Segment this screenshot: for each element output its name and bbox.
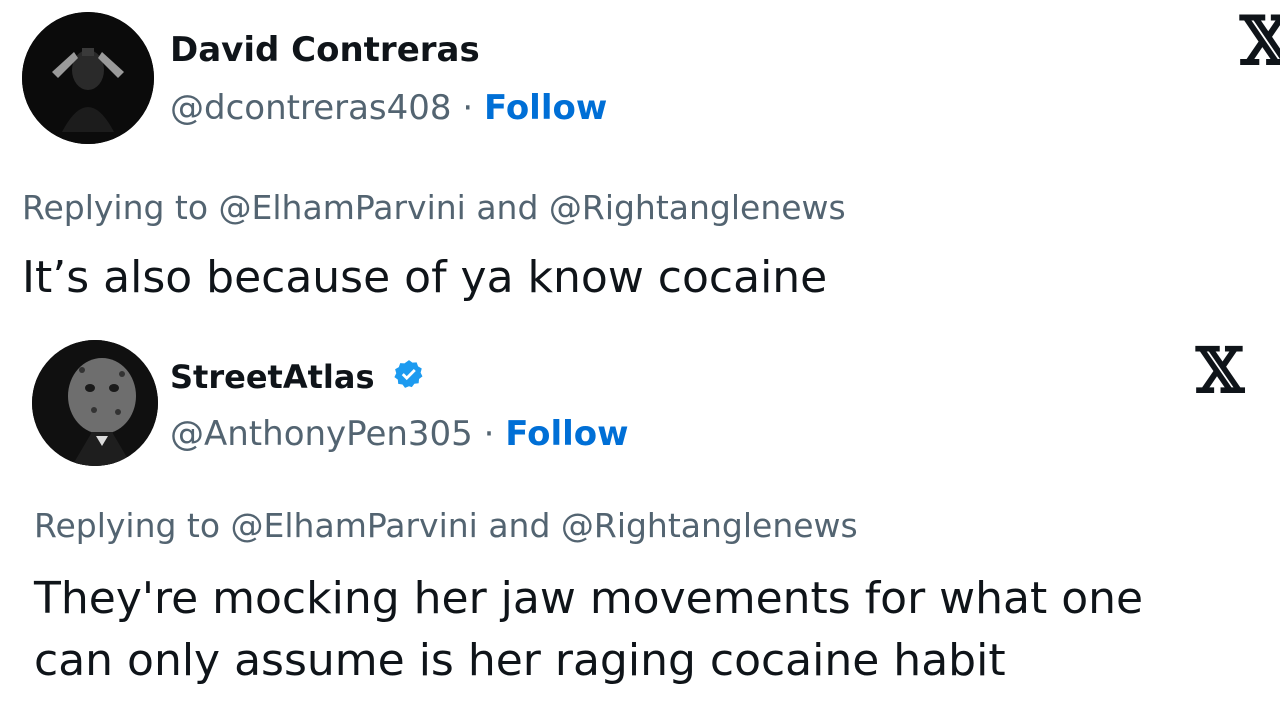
x-logo-icon[interactable]: 𝕏 [1240, 8, 1280, 74]
handle-line: @dcontreras408 · Follow [170, 88, 607, 128]
x-logo-icon[interactable]: 𝕏 [1196, 340, 1244, 402]
follow-button[interactable]: Follow [484, 88, 607, 128]
avatar-image [32, 340, 158, 466]
separator-dot: · [462, 88, 474, 128]
user-handle[interactable]: @AnthonyPen305 [170, 414, 473, 454]
user-handle[interactable]: @dcontreras408 [170, 88, 452, 128]
display-name[interactable]: David Contreras [170, 30, 480, 70]
avatar-image [22, 12, 154, 144]
avatar[interactable] [32, 340, 158, 466]
tweet-text-line-1: They're mocking her jaw movements for wh… [34, 573, 1144, 624]
replying-to: Replying to @ElhamParvini and @Rightangl… [22, 188, 846, 227]
follow-button[interactable]: Follow [505, 414, 628, 454]
tweet-text-line-2: can only assume is her raging cocaine ha… [34, 635, 1006, 686]
handle-line: @AnthonyPen305 · Follow [170, 414, 629, 454]
verified-badge-icon [392, 358, 426, 400]
tweet-text: It’s also because of ya know cocaine [22, 252, 828, 303]
separator-dot: · [483, 414, 495, 454]
tweet-text: They're mocking her jaw movements for wh… [34, 568, 1143, 692]
replying-to: Replying to @ElhamParvini and @Rightangl… [34, 506, 858, 545]
display-name-text[interactable]: StreetAtlas [170, 358, 375, 396]
display-name: StreetAtlas [170, 358, 426, 400]
avatar[interactable] [22, 12, 154, 144]
tweet-card-1: David Contreras @dcontreras408 · Follow … [0, 0, 1280, 320]
